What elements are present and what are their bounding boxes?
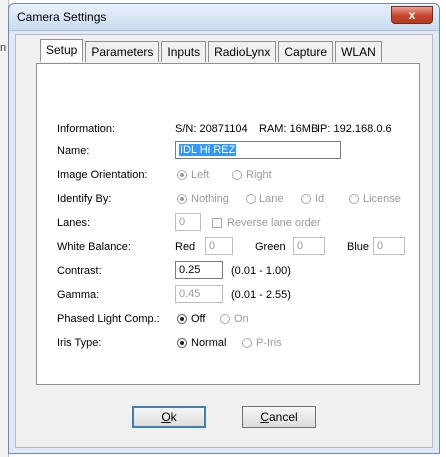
ok-label: k bbox=[170, 410, 177, 424]
identify-lane-radio[interactable] bbox=[246, 194, 256, 204]
cancel-label: ancel bbox=[268, 410, 298, 424]
lanes-label: Lanes: bbox=[57, 217, 91, 229]
orientation-right-label: Right bbox=[246, 169, 272, 181]
phased-light-label: Phased Light Comp.: bbox=[57, 313, 160, 325]
reverse-lane-order-label: Reverse lane order bbox=[227, 217, 321, 229]
identify-id-label: Id bbox=[315, 193, 325, 205]
iris-piris-label: P-Iris bbox=[256, 337, 282, 349]
tab-wlan[interactable]: WLAN bbox=[335, 41, 382, 62]
iris-type-label: Iris Type: bbox=[57, 337, 102, 349]
blue-label: Blue bbox=[347, 241, 370, 253]
white-balance-label: White Balance: bbox=[57, 241, 131, 253]
tab-parameters[interactable]: Parameters bbox=[85, 41, 160, 62]
tab-strip: Setup Parameters Inputs RadioLynx Captur… bbox=[40, 39, 384, 63]
iris-normal-radio[interactable] bbox=[177, 338, 187, 348]
phased-off-label: Off bbox=[191, 313, 206, 325]
setup-panel: Information: S/N: 20871104 RAM: 16MB IP:… bbox=[36, 63, 420, 385]
serial-number-value: S/N: 20871104 bbox=[175, 123, 248, 135]
name-input[interactable]: IDL Hi REZ bbox=[175, 141, 341, 159]
blue-input[interactable]: 0 bbox=[373, 237, 405, 255]
cancel-button[interactable]: Cancel bbox=[242, 406, 316, 428]
orientation-left-label: Left bbox=[191, 169, 210, 181]
gamma-label: Gamma: bbox=[57, 289, 100, 301]
ok-button[interactable]: Ok bbox=[132, 406, 206, 428]
tab-capture[interactable]: Capture bbox=[278, 41, 334, 62]
orientation-left-radio[interactable] bbox=[177, 170, 187, 180]
background-window-text: n bbox=[0, 42, 7, 54]
close-button[interactable]: x bbox=[391, 6, 433, 24]
identify-nothing-label: Nothing bbox=[191, 193, 229, 205]
contrast-input-value: 0.25 bbox=[179, 264, 201, 276]
close-icon: x bbox=[408, 8, 416, 22]
phased-on-label: On bbox=[234, 313, 249, 325]
phased-off-radio[interactable] bbox=[177, 314, 187, 324]
information-label: Information: bbox=[57, 123, 116, 135]
tab-setup[interactable]: Setup bbox=[40, 39, 84, 62]
red-label: Red bbox=[175, 241, 196, 253]
title-bar[interactable]: Camera Settings x bbox=[9, 4, 439, 31]
blue-input-value: 0 bbox=[377, 240, 384, 252]
identify-lane-label: Lane bbox=[259, 193, 284, 205]
contrast-label: Contrast: bbox=[57, 265, 102, 277]
orientation-right-radio[interactable] bbox=[232, 170, 242, 180]
cancel-mnemonic: C bbox=[260, 410, 269, 424]
red-input[interactable]: 0 bbox=[205, 237, 233, 255]
gamma-input-value: 0.45 bbox=[179, 288, 201, 300]
contrast-range: (0.01 - 1.00) bbox=[231, 265, 291, 277]
green-label: Green bbox=[255, 241, 286, 253]
orientation-label: Image Orientation: bbox=[57, 169, 148, 181]
name-input-value: IDL Hi REZ bbox=[179, 144, 237, 156]
lanes-input[interactable]: 0 bbox=[175, 213, 201, 231]
ok-mnemonic: O bbox=[161, 410, 171, 424]
identify-id-radio[interactable] bbox=[301, 194, 311, 204]
green-input[interactable]: 0 bbox=[293, 237, 325, 255]
contrast-input[interactable]: 0.25 bbox=[175, 261, 223, 279]
gamma-input[interactable]: 0.45 bbox=[175, 285, 223, 303]
ip-value: IP: 192.168.0.6 bbox=[317, 123, 392, 135]
dialog-client-area: Setup Parameters Inputs RadioLynx Captur… bbox=[15, 34, 433, 448]
iris-normal-label: Normal bbox=[191, 337, 227, 349]
identify-nothing-radio[interactable] bbox=[177, 194, 187, 204]
identify-license-radio[interactable] bbox=[349, 194, 359, 204]
gamma-range: (0.01 - 2.55) bbox=[231, 289, 291, 301]
tab-radiolynx[interactable]: RadioLynx bbox=[208, 41, 277, 62]
tab-inputs[interactable]: Inputs bbox=[161, 41, 207, 62]
identify-label: Identify By: bbox=[57, 193, 112, 205]
red-input-value: 0 bbox=[209, 240, 216, 252]
ram-value: RAM: 16MB bbox=[259, 123, 319, 135]
lanes-input-value: 0 bbox=[179, 216, 186, 228]
identify-license-label: License bbox=[363, 193, 401, 205]
green-input-value: 0 bbox=[297, 240, 304, 252]
iris-piris-radio[interactable] bbox=[242, 338, 252, 348]
phased-on-radio[interactable] bbox=[220, 314, 230, 324]
camera-settings-dialog: Camera Settings x Setup Parameters Input… bbox=[8, 3, 440, 454]
name-label: Name: bbox=[57, 145, 90, 157]
reverse-lane-order-checkbox[interactable] bbox=[212, 218, 222, 228]
window-title: Camera Settings bbox=[17, 10, 107, 24]
